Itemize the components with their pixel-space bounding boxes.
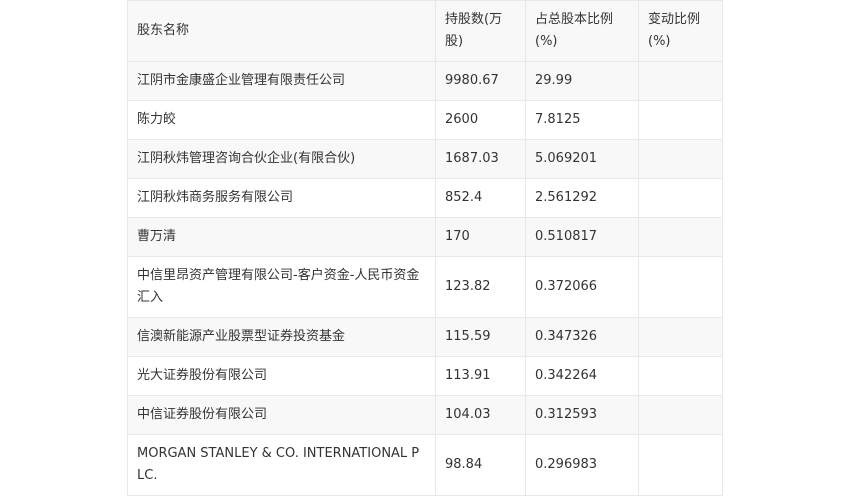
cell-ratio: 0.347326 — [525, 317, 639, 357]
cell-ratio: 2.561292 — [525, 178, 639, 218]
header-shares: 持股数(万股) — [435, 0, 526, 62]
cell-change — [638, 139, 723, 179]
cell-change — [638, 256, 723, 318]
cell-ratio: 7.8125 — [525, 100, 639, 140]
cell-name: 曹万清 — [127, 217, 436, 257]
cell-change — [638, 317, 723, 357]
cell-shares: 1687.03 — [435, 139, 526, 179]
table-row: 信澳新能源产业股票型证券投资基金 115.59 0.347326 — [127, 317, 723, 357]
cell-shares: 113.91 — [435, 356, 526, 396]
cell-ratio: 0.342264 — [525, 356, 639, 396]
table-row: 光大证券股份有限公司 113.91 0.342264 — [127, 356, 723, 396]
cell-name: 中信里昂资产管理有限公司-客户资金-人民币资金汇入 — [127, 256, 436, 318]
table-row: 江阴秋炜管理咨询合伙企业(有限合伙) 1687.03 5.069201 — [127, 139, 723, 179]
cell-name: 江阴秋炜商务服务有限公司 — [127, 178, 436, 218]
cell-name: 中信证券股份有限公司 — [127, 395, 436, 435]
cell-change — [638, 178, 723, 218]
cell-shares: 2600 — [435, 100, 526, 140]
cell-change — [638, 434, 723, 496]
table-row: 陈力皎 2600 7.8125 — [127, 100, 723, 140]
shareholder-table: 股东名称 持股数(万股) 占总股本比例(%) 变动比例(%) 江阴市金康盛企业管… — [127, 0, 723, 496]
cell-name: 江阴秋炜管理咨询合伙企业(有限合伙) — [127, 139, 436, 179]
cell-name: 陈力皎 — [127, 100, 436, 140]
table-row: MORGAN STANLEY & CO. INTERNATIONAL PLC. … — [127, 434, 723, 496]
table-row: 江阴市金康盛企业管理有限责任公司 9980.67 29.99 — [127, 61, 723, 101]
cell-shares: 123.82 — [435, 256, 526, 318]
cell-shares: 170 — [435, 217, 526, 257]
cell-shares: 115.59 — [435, 317, 526, 357]
table-row: 中信证券股份有限公司 104.03 0.312593 — [127, 395, 723, 435]
cell-ratio: 29.99 — [525, 61, 639, 101]
table-header-row: 股东名称 持股数(万股) 占总股本比例(%) 变动比例(%) — [127, 0, 723, 62]
cell-shares: 98.84 — [435, 434, 526, 496]
header-change: 变动比例(%) — [638, 0, 723, 62]
cell-change — [638, 61, 723, 101]
cell-name: MORGAN STANLEY & CO. INTERNATIONAL PLC. — [127, 434, 436, 496]
cell-change — [638, 356, 723, 396]
cell-shares: 852.4 — [435, 178, 526, 218]
cell-ratio: 0.510817 — [525, 217, 639, 257]
table-row: 中信里昂资产管理有限公司-客户资金-人民币资金汇入 123.82 0.37206… — [127, 256, 723, 318]
table-row: 曹万清 170 0.510817 — [127, 217, 723, 257]
cell-change — [638, 395, 723, 435]
cell-ratio: 0.372066 — [525, 256, 639, 318]
cell-shares: 9980.67 — [435, 61, 526, 101]
table-row: 江阴秋炜商务服务有限公司 852.4 2.561292 — [127, 178, 723, 218]
cell-ratio: 5.069201 — [525, 139, 639, 179]
header-shareholder-name: 股东名称 — [127, 0, 436, 62]
cell-shares: 104.03 — [435, 395, 526, 435]
cell-change — [638, 217, 723, 257]
cell-ratio: 0.296983 — [525, 434, 639, 496]
cell-name: 光大证券股份有限公司 — [127, 356, 436, 396]
cell-name: 信澳新能源产业股票型证券投资基金 — [127, 317, 436, 357]
cell-change — [638, 100, 723, 140]
cell-name: 江阴市金康盛企业管理有限责任公司 — [127, 61, 436, 101]
cell-ratio: 0.312593 — [525, 395, 639, 435]
header-ratio: 占总股本比例(%) — [525, 0, 639, 62]
shareholder-table-container: 股东名称 持股数(万股) 占总股本比例(%) 变动比例(%) 江阴市金康盛企业管… — [127, 0, 723, 496]
